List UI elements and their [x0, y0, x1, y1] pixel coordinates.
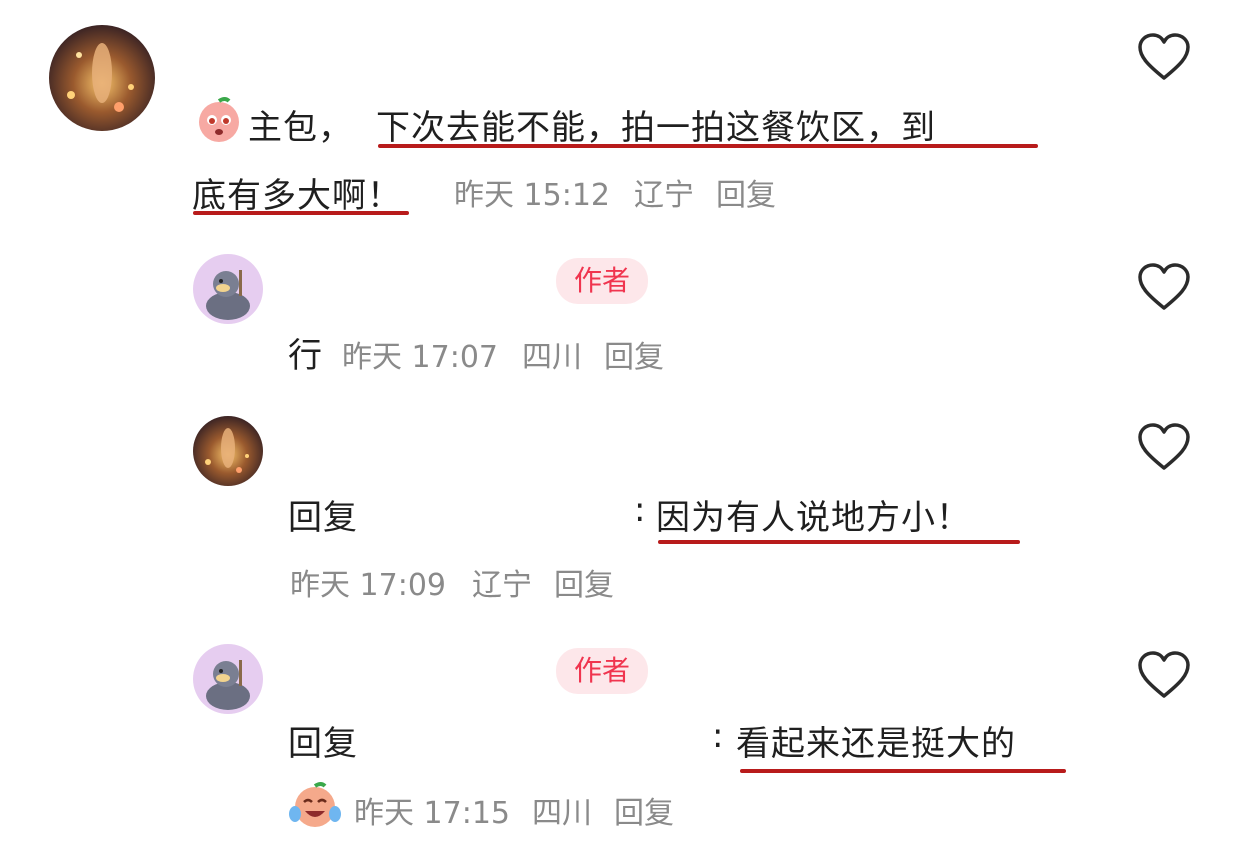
- comment-text-prefix: 主包，: [248, 108, 353, 148]
- heart-outline-icon[interactable]: [1136, 262, 1192, 312]
- reply-button[interactable]: 回复: [604, 332, 664, 376]
- comment-location: 四川: [532, 796, 592, 831]
- comment-item: 作者 行 昨天 17:07 四川 回复: [0, 240, 1242, 390]
- comment-item: 回复 : 因为有人说地方小！ 昨天 17:09 辽宁 回复: [0, 400, 1242, 620]
- redacted-username: [380, 714, 700, 758]
- comment-text: 行: [288, 336, 323, 376]
- avatar[interactable]: [193, 254, 263, 324]
- redacted-username: [380, 488, 630, 532]
- comment-time: 昨天 17:15: [354, 796, 510, 831]
- comment-time: 昨天 15:12: [454, 178, 610, 213]
- reply-button[interactable]: 回复: [554, 560, 614, 604]
- avatar[interactable]: [193, 644, 263, 714]
- comment-item: 主包， 下次去能不能，拍一拍这餐饮区，到 底有多大啊！ 昨天 15:12 辽宁 …: [0, 0, 1242, 230]
- underline: [658, 540, 1020, 544]
- reply-button[interactable]: 回复: [614, 788, 674, 832]
- heart-outline-icon[interactable]: [1136, 422, 1192, 472]
- author-badge: 作者: [556, 258, 649, 304]
- comment-location: 辽宁: [472, 568, 532, 603]
- comment-text-highlight-cont: 底有多大啊！: [192, 176, 402, 216]
- reply-colon: :: [712, 716, 725, 756]
- comment-time: 昨天 17:09: [290, 568, 446, 603]
- underline: [193, 211, 409, 215]
- avatar[interactable]: [193, 416, 263, 486]
- comment-time: 昨天 17:07: [342, 340, 498, 375]
- comment-text-highlight: 因为有人说地方小！: [656, 498, 971, 538]
- underline: [740, 769, 1066, 773]
- heart-outline-icon[interactable]: [1136, 650, 1192, 700]
- laughing-tears-emoji: [288, 780, 342, 834]
- reply-colon: :: [634, 490, 647, 530]
- comment-text-highlight: 看起来还是挺大的: [736, 724, 1016, 764]
- comment-text-highlight: 下次去能不能，拍一拍这餐饮区，到: [376, 108, 936, 148]
- reply-prefix: 回复: [288, 724, 358, 764]
- pleading-face-emoji: [194, 95, 244, 149]
- author-badge: 作者: [556, 648, 649, 694]
- comment-item: 作者 回复 : 看起来还是挺大的 昨天 17:15 四川 回复: [0, 630, 1242, 851]
- reply-prefix: 回复: [288, 498, 358, 538]
- reply-button[interactable]: 回复: [716, 170, 776, 214]
- comment-location: 辽宁: [634, 178, 694, 213]
- comment-location: 四川: [522, 340, 582, 375]
- underline: [378, 144, 1038, 148]
- heart-outline-icon[interactable]: [1136, 32, 1192, 82]
- avatar[interactable]: [49, 25, 155, 131]
